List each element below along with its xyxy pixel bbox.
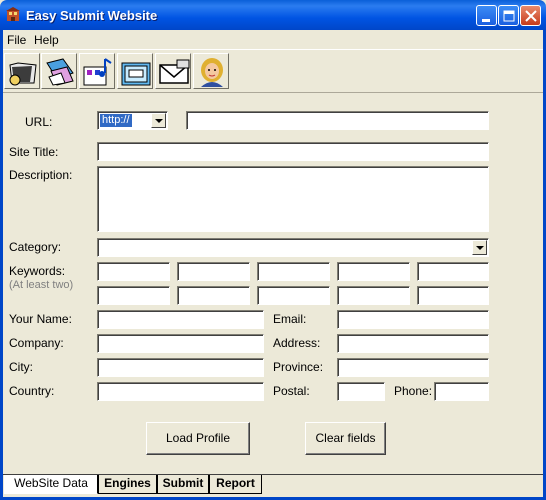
window-title: Easy Submit Website — [26, 8, 158, 23]
category-label: Category: — [9, 240, 62, 254]
site-title-label: Site Title: — [9, 145, 59, 159]
load-profile-button[interactable]: Load Profile — [146, 422, 250, 455]
company-label: Company: — [9, 336, 64, 350]
chevron-down-icon[interactable] — [472, 240, 487, 255]
site-title-input[interactable] — [97, 142, 489, 161]
keyword-input[interactable] — [257, 286, 330, 305]
phone-label: Phone: — [394, 384, 433, 398]
music-icon — [83, 58, 112, 86]
province-label: Province: — [273, 360, 324, 374]
chevron-down-icon[interactable] — [151, 113, 166, 128]
maximize-icon — [503, 10, 515, 22]
tab-website-data[interactable]: WebSite Data — [4, 475, 98, 494]
postal-input[interactable] — [337, 382, 385, 401]
menu-file[interactable]: File — [7, 33, 26, 47]
country-input[interactable] — [97, 382, 264, 401]
description-label: Description: — [9, 168, 73, 182]
email-label: Email: — [273, 312, 307, 326]
folder-icon — [121, 62, 151, 86]
keyword-input[interactable] — [97, 286, 170, 305]
keyword-input[interactable] — [337, 286, 410, 305]
toolbar-music-button[interactable] — [79, 53, 115, 89]
assistant-icon — [201, 58, 223, 87]
city-label: City: — [9, 360, 33, 374]
menu-bar: File Help — [3, 30, 543, 48]
company-input[interactable] — [97, 334, 264, 353]
your-name-input[interactable] — [97, 310, 264, 329]
keyword-input[interactable] — [177, 286, 250, 305]
category-select[interactable] — [97, 238, 489, 257]
keyword-input[interactable] — [97, 262, 170, 281]
toolbar-edit-button[interactable] — [41, 53, 77, 89]
url-protocol-value: http:// — [100, 114, 132, 127]
menu-help[interactable]: Help — [34, 33, 59, 47]
mail-icon — [159, 59, 190, 84]
open-icon — [9, 62, 37, 86]
address-input[interactable] — [337, 334, 489, 353]
country-label: Country: — [9, 384, 55, 398]
address-label: Address: — [273, 336, 321, 350]
url-label: URL: — [25, 115, 53, 129]
tab-submit[interactable]: Submit — [157, 475, 209, 494]
tab-report[interactable]: Report — [209, 475, 262, 494]
maximize-button[interactable] — [498, 5, 519, 26]
description-textarea[interactable] — [97, 166, 489, 232]
city-input[interactable] — [97, 358, 264, 377]
close-icon — [525, 10, 537, 22]
url-input[interactable] — [186, 111, 489, 130]
keyword-input[interactable] — [417, 286, 489, 305]
minimize-icon — [482, 19, 490, 22]
toolbar — [3, 49, 543, 93]
email-input[interactable] — [337, 310, 489, 329]
close-button[interactable] — [520, 5, 541, 26]
tab-engines[interactable]: Engines — [98, 475, 157, 494]
keywords-hint: (At least two) — [9, 279, 74, 291]
province-input[interactable] — [337, 358, 489, 377]
window-frame-left — [0, 30, 3, 500]
clear-fields-button[interactable]: Clear fields — [305, 422, 386, 455]
phone-input[interactable] — [434, 382, 489, 401]
edit-icon — [46, 58, 74, 86]
toolbar-mail-button[interactable] — [155, 53, 191, 89]
tab-strip: WebSite Data Engines Submit Report — [3, 474, 543, 496]
title-bar[interactable]: Easy Submit Website — [0, 0, 546, 30]
keyword-input[interactable] — [417, 262, 489, 281]
url-protocol-select[interactable]: http:// — [97, 111, 168, 130]
app-icon — [6, 7, 20, 21]
keyword-input[interactable] — [337, 262, 410, 281]
keyword-input[interactable] — [257, 262, 330, 281]
minimize-button[interactable] — [476, 5, 497, 26]
toolbar-open-button[interactable] — [4, 53, 40, 89]
your-name-label: Your Name: — [9, 312, 72, 326]
toolbar-folder-button[interactable] — [117, 53, 153, 89]
postal-label: Postal: — [273, 384, 310, 398]
keyword-input[interactable] — [177, 262, 250, 281]
toolbar-assistant-button[interactable] — [193, 53, 229, 89]
keywords-label: Keywords: — [9, 264, 66, 278]
